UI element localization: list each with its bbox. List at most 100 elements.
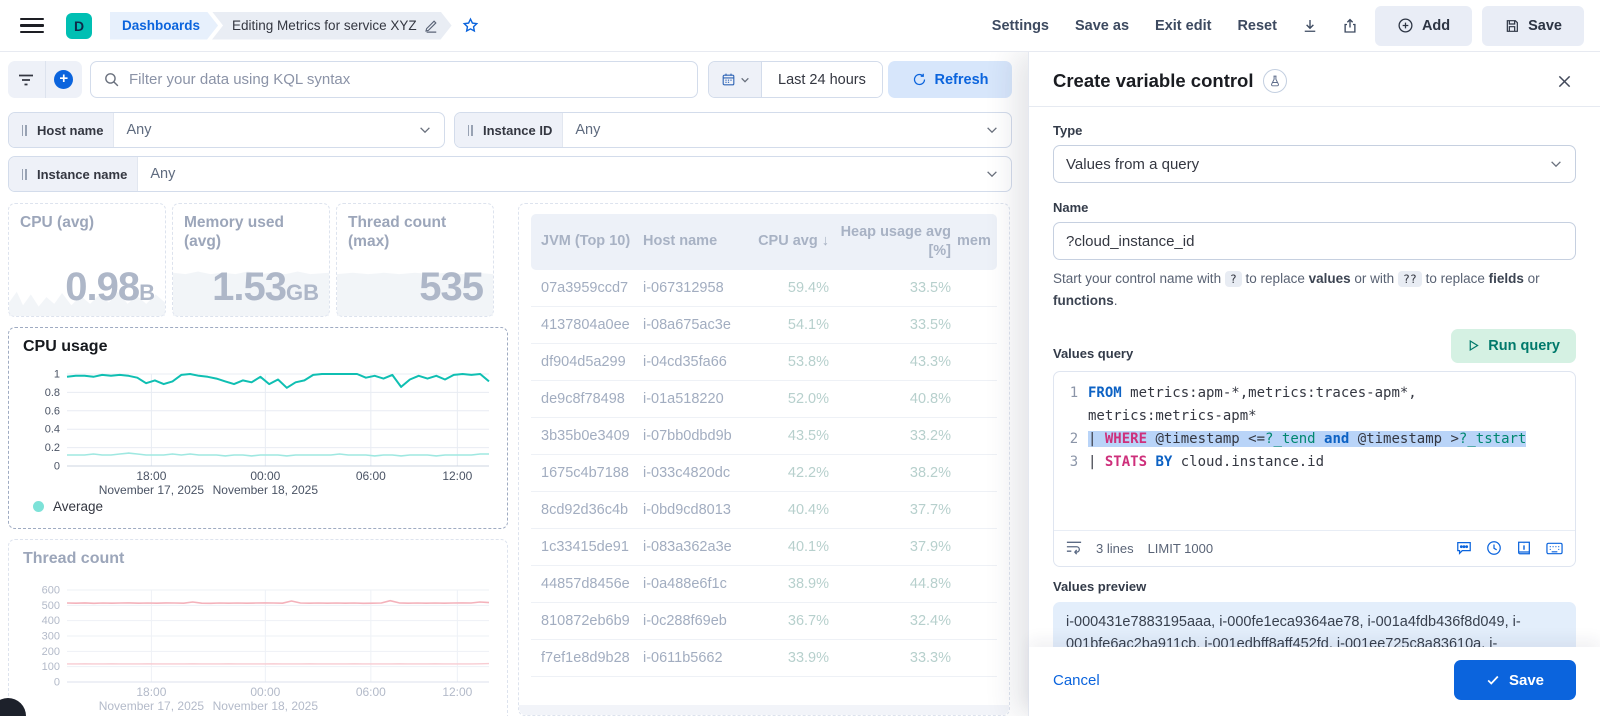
control-label: Instance name (33, 157, 138, 191)
table-cell: i-0bd9cd8013 (643, 501, 731, 518)
line-count: 3 lines (1096, 540, 1134, 556)
reference-book-icon[interactable] (1516, 540, 1532, 556)
table-row: 3b35b0e3409 i-07bb0dbd9b 43.5% 33.2% (531, 418, 997, 455)
svg-text:18:00: 18:00 (136, 685, 166, 699)
query-history-clock-icon[interactable] (1486, 540, 1502, 556)
control-instance-id[interactable]: Instance ID Any (454, 112, 1012, 148)
flyout-body: Type Values from a query Name Start your… (1029, 107, 1600, 647)
esql-editor[interactable]: 1 FROM metrics:apm-*,metrics:traces-apm*,… (1053, 370, 1576, 567)
table-row: de9c8f78498 i-01a518220 52.0% 40.8% (531, 381, 997, 418)
run-query-button[interactable]: Run query (1451, 328, 1576, 363)
cancel-button[interactable]: Cancel (1053, 672, 1100, 689)
esql-line-text: | WHERE @timestamp <=?_tend and @timesta… (1088, 430, 1527, 447)
esql-line[interactable]: 3 | STATS BY cloud.instance.id (1060, 451, 1567, 474)
panel-cpu-avg-metric[interactable]: CPU (avg) 0.98B (8, 203, 166, 317)
close-icon[interactable] (1553, 70, 1576, 93)
column-header-host-name[interactable]: Host name (643, 232, 747, 251)
edit-pencil-icon[interactable] (424, 19, 438, 33)
add-button-label: Add (1421, 17, 1451, 34)
chevron-down-icon[interactable] (418, 123, 432, 137)
panel-memory-used-metric[interactable]: Memory used (avg) 1.53GB (172, 203, 330, 317)
filter-lines-icon[interactable] (8, 61, 45, 98)
share-icon[interactable] (1335, 13, 1365, 39)
top-save-button-label: Save (1528, 17, 1562, 34)
drag-handle-icon[interactable] (17, 124, 31, 136)
column-header-jvm[interactable]: JVM (Top 10) (541, 232, 637, 251)
column-header-cpu-avg[interactable]: CPU avg ↓ (753, 232, 829, 251)
settings-link[interactable]: Settings (984, 12, 1057, 40)
refresh-button[interactable]: Refresh (888, 61, 1012, 98)
table-cell: 53.8% (787, 353, 829, 370)
download-icon[interactable] (1295, 13, 1325, 39)
panel-jvm-table[interactable]: JVM (Top 10) Host name CPU avg ↓ Heap us… (518, 203, 1010, 716)
table-cell: 1c33415de91 (541, 538, 629, 555)
flyout-save-button[interactable]: Save (1454, 660, 1576, 700)
top-save-button[interactable]: Save (1482, 5, 1584, 46)
esql-line[interactable]: 2 | WHERE @timestamp <=?_tend and @timest… (1060, 428, 1567, 451)
column-header-heap-usage[interactable]: Heap usage avg [%] (835, 223, 951, 261)
breadcrumb-current[interactable]: Editing Metrics for service XYZ (212, 12, 452, 40)
table-row: 1c33415de91 i-083a362a3e 40.1% 37.9% (531, 529, 997, 566)
svg-text:500: 500 (42, 600, 60, 612)
svg-text:100: 100 (42, 661, 60, 673)
kql-search-input[interactable] (129, 71, 685, 88)
control-instance-name[interactable]: Instance name Any (8, 156, 1012, 192)
table-cell: i-0a488e6f1c (643, 575, 727, 592)
table-cell: 52.0% (787, 390, 829, 407)
keyboard-shortcuts-icon[interactable] (1546, 541, 1563, 556)
add-filter-button[interactable]: + (44, 61, 83, 98)
double-question-mark-chip: ?? (1397, 271, 1422, 287)
feedback-comment-icon[interactable] (1456, 540, 1472, 556)
panel-thread-count-metric[interactable]: Thread count (max) 535 (336, 203, 494, 317)
app-logo[interactable]: D (66, 12, 92, 39)
flyout-save-label: Save (1508, 671, 1545, 689)
panel-thread-count-chart[interactable]: Thread count 0 100 200 300 400 500 600 18:00 Nov… (8, 539, 508, 716)
kql-search-bar[interactable] (90, 61, 698, 98)
esql-code-area[interactable]: 1 FROM metrics:apm-*,metrics:traces-apm*,… (1054, 372, 1575, 530)
chevron-down-icon[interactable] (985, 123, 999, 137)
table-scrollbar-track[interactable] (519, 705, 1009, 715)
menu-icon[interactable] (20, 14, 44, 38)
esql-line[interactable]: 1 FROM metrics:apm-*,metrics:traces-apm*,… (1060, 382, 1567, 428)
drag-handle-icon[interactable] (17, 168, 31, 180)
breadcrumb-dashboards[interactable]: Dashboards (110, 12, 218, 40)
name-field[interactable] (1066, 232, 1563, 250)
table-cell: 40.8% (909, 390, 951, 407)
thread-count-line-chart[interactable]: 0 100 200 300 400 500 600 18:00November 17, 202… (21, 584, 499, 716)
table-cell: i-0c288f69eb (643, 612, 727, 629)
chart-title: CPU usage (23, 338, 108, 355)
time-range-button[interactable]: Last 24 hours (761, 62, 882, 97)
type-select[interactable]: Values from a query (1053, 145, 1576, 183)
control-host-name[interactable]: Host name Any (8, 112, 445, 148)
reset-link[interactable]: Reset (1229, 12, 1285, 40)
save-as-link[interactable]: Save as (1067, 12, 1137, 40)
values-query-row: Values query Run query (1053, 328, 1576, 363)
create-variable-control-flyout: Create variable control Type Values from… (1028, 52, 1600, 716)
chevron-down-icon[interactable] (985, 167, 999, 181)
table-cell: i-01a518220 (643, 390, 724, 407)
table-cell: 44857d8456e (541, 575, 630, 592)
flyout-footer: Cancel Save (1029, 647, 1600, 716)
exit-edit-link[interactable]: Exit edit (1147, 12, 1219, 40)
values-preview-box: i-000431e7883195aaa, i-000fe1eca9364ae78… (1053, 601, 1576, 647)
table-cell: 37.9% (909, 538, 951, 555)
table-cell: 44.8% (909, 575, 951, 592)
favorite-star-icon[interactable] (462, 17, 479, 34)
svg-text:November 18, 2025: November 18, 2025 (213, 699, 319, 713)
table-cell: de9c8f78498 (541, 390, 625, 407)
column-header-mem[interactable]: mem (957, 232, 991, 251)
svg-text:0.2: 0.2 (45, 442, 60, 454)
word-wrap-icon[interactable] (1066, 541, 1082, 555)
question-mark-chip: ? (1224, 271, 1242, 287)
calendar-dropdown-button[interactable] (709, 62, 761, 97)
refresh-icon (913, 73, 925, 86)
drag-handle-icon[interactable] (463, 124, 477, 136)
add-button[interactable]: Add (1374, 5, 1473, 46)
svg-text:00:00: 00:00 (250, 685, 280, 699)
table-row: 810872eb6b9 i-0c288f69eb 36.7% 32.4% (531, 603, 997, 640)
cpu-usage-line-chart[interactable]: 0 0.2 0.4 0.6 0.8 1 18:00November 17, 2025 00:0… (21, 368, 499, 500)
dashboard-edit-area: + Last 24 hours Refresh Host name Any In… (0, 52, 1028, 716)
chart-legend[interactable]: Average (33, 499, 103, 514)
save-disk-icon (1506, 19, 1519, 32)
panel-cpu-usage-chart[interactable]: CPU usage 0 0.2 0.4 0.6 0.8 1 18:00 November 17… (8, 327, 508, 529)
